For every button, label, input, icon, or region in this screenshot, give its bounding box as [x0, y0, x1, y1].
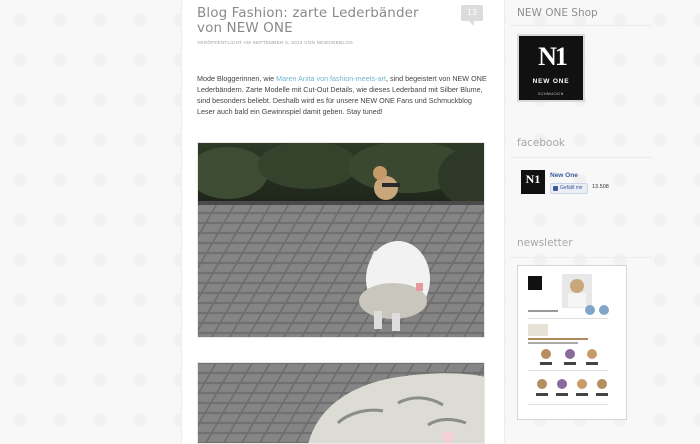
post-body-link[interactable]: Maren Anita von fashion-meets-art [276, 74, 386, 83]
facebook-like-label: Gefällt mir [560, 185, 583, 191]
facebook-divider [510, 157, 652, 158]
post-meta: VERÖFFENTLICHT AM SEPTEMBER 5, 2012 VON … [197, 40, 354, 45]
new-one-shop-logo[interactable]: N1 NEW ONE SCHMUCKIN [517, 34, 585, 102]
facebook-page-name[interactable]: New One [550, 172, 578, 179]
shop-widget-title: NEW ONE Shop [517, 7, 598, 19]
facebook-widget-title: facebook [517, 137, 565, 149]
post-photo-1-image [198, 143, 484, 337]
comment-count-bubble[interactable]: 13 [461, 5, 483, 26]
logo-text: NEW ONE [532, 78, 570, 85]
logo-mark: N1 [538, 42, 568, 71]
post-photo-2-image [198, 363, 484, 443]
post-photo-1[interactable] [197, 142, 485, 338]
newsletter-widget-title: newsletter [517, 237, 573, 249]
newsletter-preview-graphic [518, 266, 626, 419]
newsletter-preview-image[interactable] [517, 265, 627, 420]
post-title[interactable]: Blog Fashion: zarte Lederbänder von NEW … [197, 6, 437, 36]
logo-subtext: SCHMUCKIN [538, 92, 564, 96]
newsletter-divider [510, 257, 652, 258]
facebook-avatar-mark: N1 [525, 172, 541, 186]
post-body: Mode Bloggerinnen, wie Maren Anita von f… [197, 73, 489, 117]
post-body-text-1: Mode Bloggerinnen, wie [197, 74, 277, 83]
facebook-like-button[interactable]: Gefällt mir [550, 183, 588, 194]
shop-divider [510, 25, 652, 26]
facebook-like-count: 13.508 [592, 184, 609, 190]
post-photo-2[interactable] [197, 362, 485, 444]
facebook-page-avatar[interactable]: N1 [521, 170, 545, 194]
